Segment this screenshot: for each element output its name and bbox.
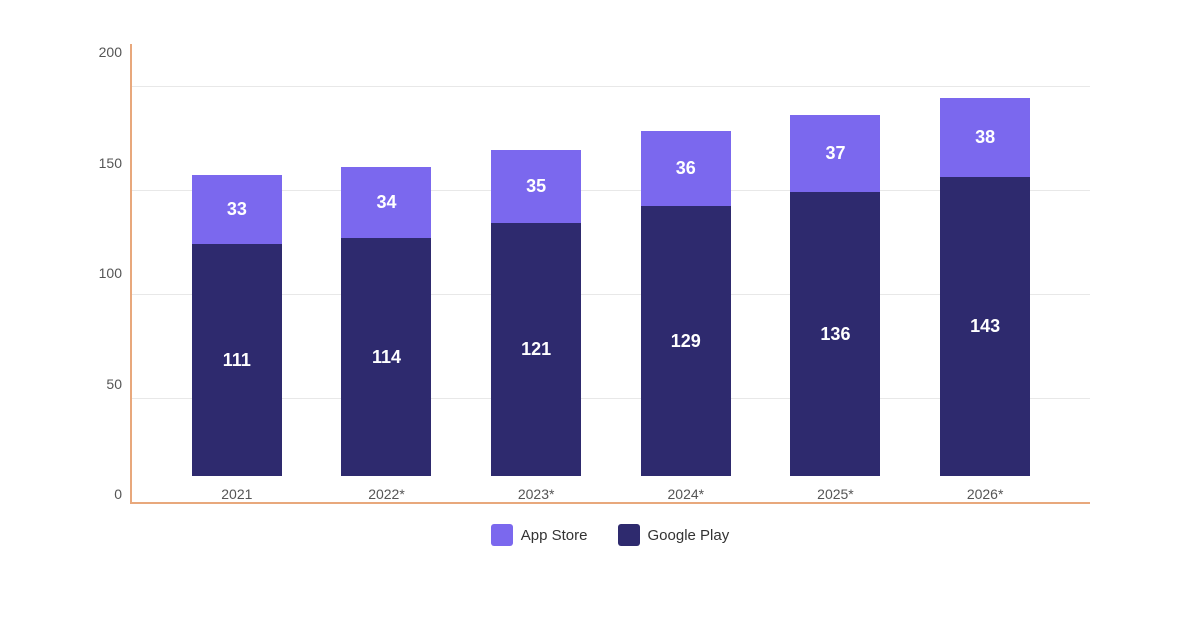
legend-label-app-store: App Store — [521, 527, 588, 544]
bar-stack-2021: 11133 — [192, 175, 282, 476]
x-label-2026: 2026* — [967, 486, 1004, 502]
googleplay-segment-2024: 129 — [641, 206, 731, 476]
chart-area: 200 150 100 50 0 111332021114342022*1213… — [130, 44, 1090, 504]
x-label-2022: 2022* — [368, 486, 405, 502]
x-label-2021: 2021 — [221, 486, 252, 502]
y-label-0: 0 — [77, 486, 122, 502]
googleplay-segment-2025: 136 — [790, 192, 880, 476]
legend-color-google-play — [618, 524, 640, 546]
legend: App Store Google Play — [130, 524, 1090, 546]
y-label-100: 100 — [77, 265, 122, 281]
appstore-segment-2026: 38 — [940, 98, 1030, 177]
chart-container: 200 150 100 50 0 111332021114342022*1213… — [50, 24, 1150, 604]
y-label-150: 150 — [77, 155, 122, 171]
googleplay-segment-2026: 143 — [940, 177, 1030, 476]
googleplay-segment-2023: 121 — [491, 223, 581, 476]
appstore-segment-2021: 33 — [192, 175, 282, 244]
bar-group-2024: 12936 2024* — [641, 131, 731, 502]
bar-group-2025: 13637 2025* — [790, 115, 880, 502]
bar-stack-2026: 14338 — [940, 98, 1030, 476]
appstore-segment-2025: 37 — [790, 115, 880, 192]
bar-group-2022: 11434 2022* — [341, 167, 431, 502]
x-label-2024: 2024* — [668, 486, 705, 502]
bar-group-2023: 12135 2023* — [491, 150, 581, 502]
x-label-2023: 2023* — [518, 486, 555, 502]
legend-item-google-play: Google Play — [618, 524, 730, 546]
legend-label-google-play: Google Play — [648, 527, 730, 544]
bar-group-2021: 11133 2021 — [192, 175, 282, 502]
googleplay-segment-2022: 114 — [341, 238, 431, 476]
bar-stack-2024: 12936 — [641, 131, 731, 476]
y-axis-labels: 200 150 100 50 0 — [77, 44, 122, 502]
bar-stack-2023: 12135 — [491, 150, 581, 476]
googleplay-segment-2021: 111 — [192, 244, 282, 476]
y-label-50: 50 — [77, 376, 122, 392]
appstore-segment-2022: 34 — [341, 167, 431, 238]
legend-color-app-store — [491, 524, 513, 546]
bar-stack-2022: 11434 — [341, 167, 431, 476]
y-label-200: 200 — [77, 44, 122, 60]
bar-stack-2025: 13637 — [790, 115, 880, 476]
appstore-segment-2024: 36 — [641, 131, 731, 206]
appstore-segment-2023: 35 — [491, 150, 581, 223]
bar-group-2026: 14338 2026* — [940, 98, 1030, 502]
bars-container: 111332021114342022*121352023*129362024*1… — [132, 44, 1090, 502]
legend-item-app-store: App Store — [491, 524, 588, 546]
x-label-2025: 2025* — [817, 486, 854, 502]
